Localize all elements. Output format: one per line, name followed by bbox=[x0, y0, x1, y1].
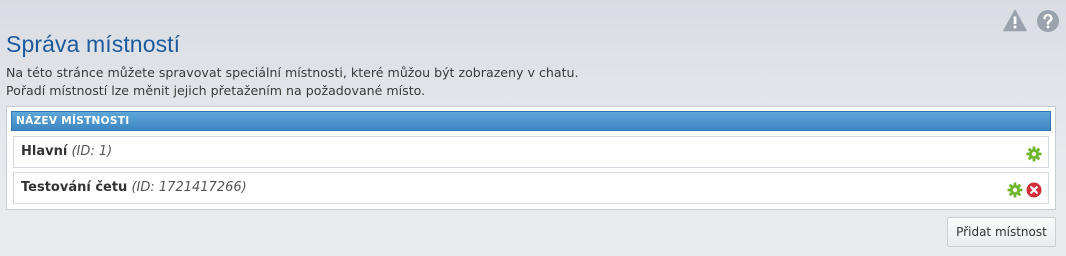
row-actions bbox=[1007, 180, 1042, 198]
room-name: Hlavní bbox=[21, 144, 68, 159]
row-actions bbox=[1026, 144, 1042, 162]
settings-icon[interactable] bbox=[1026, 144, 1042, 162]
warning-icon[interactable] bbox=[1003, 9, 1027, 33]
help-icon[interactable] bbox=[1036, 9, 1060, 33]
page-title: Správa místností bbox=[6, 31, 181, 57]
room-id: (ID: 1721417266) bbox=[131, 180, 247, 195]
room-name: Testování četu bbox=[21, 180, 128, 195]
page-description: Na této stránce můžete spravovat speciál… bbox=[6, 64, 579, 100]
description-line-2: Pořadí místností lze měnit jejich přetaž… bbox=[6, 83, 426, 98]
rooms-table: NÁZEV MÍSTNOSTI Hlavní (ID: 1) Testování… bbox=[6, 106, 1056, 210]
description-line-1: Na této stránce můžete spravovat speciál… bbox=[6, 65, 579, 80]
top-toolbar bbox=[1003, 9, 1060, 33]
room-id: (ID: 1) bbox=[71, 144, 113, 159]
table-header-room-name: NÁZEV MÍSTNOSTI bbox=[11, 111, 1051, 131]
table-row[interactable]: Testování četu (ID: 1721417266) bbox=[13, 172, 1049, 204]
table-row[interactable]: Hlavní (ID: 1) bbox=[13, 136, 1049, 168]
settings-icon[interactable] bbox=[1007, 180, 1023, 198]
add-room-button[interactable]: Přidat místnost bbox=[947, 217, 1056, 247]
delete-icon[interactable] bbox=[1026, 180, 1042, 198]
